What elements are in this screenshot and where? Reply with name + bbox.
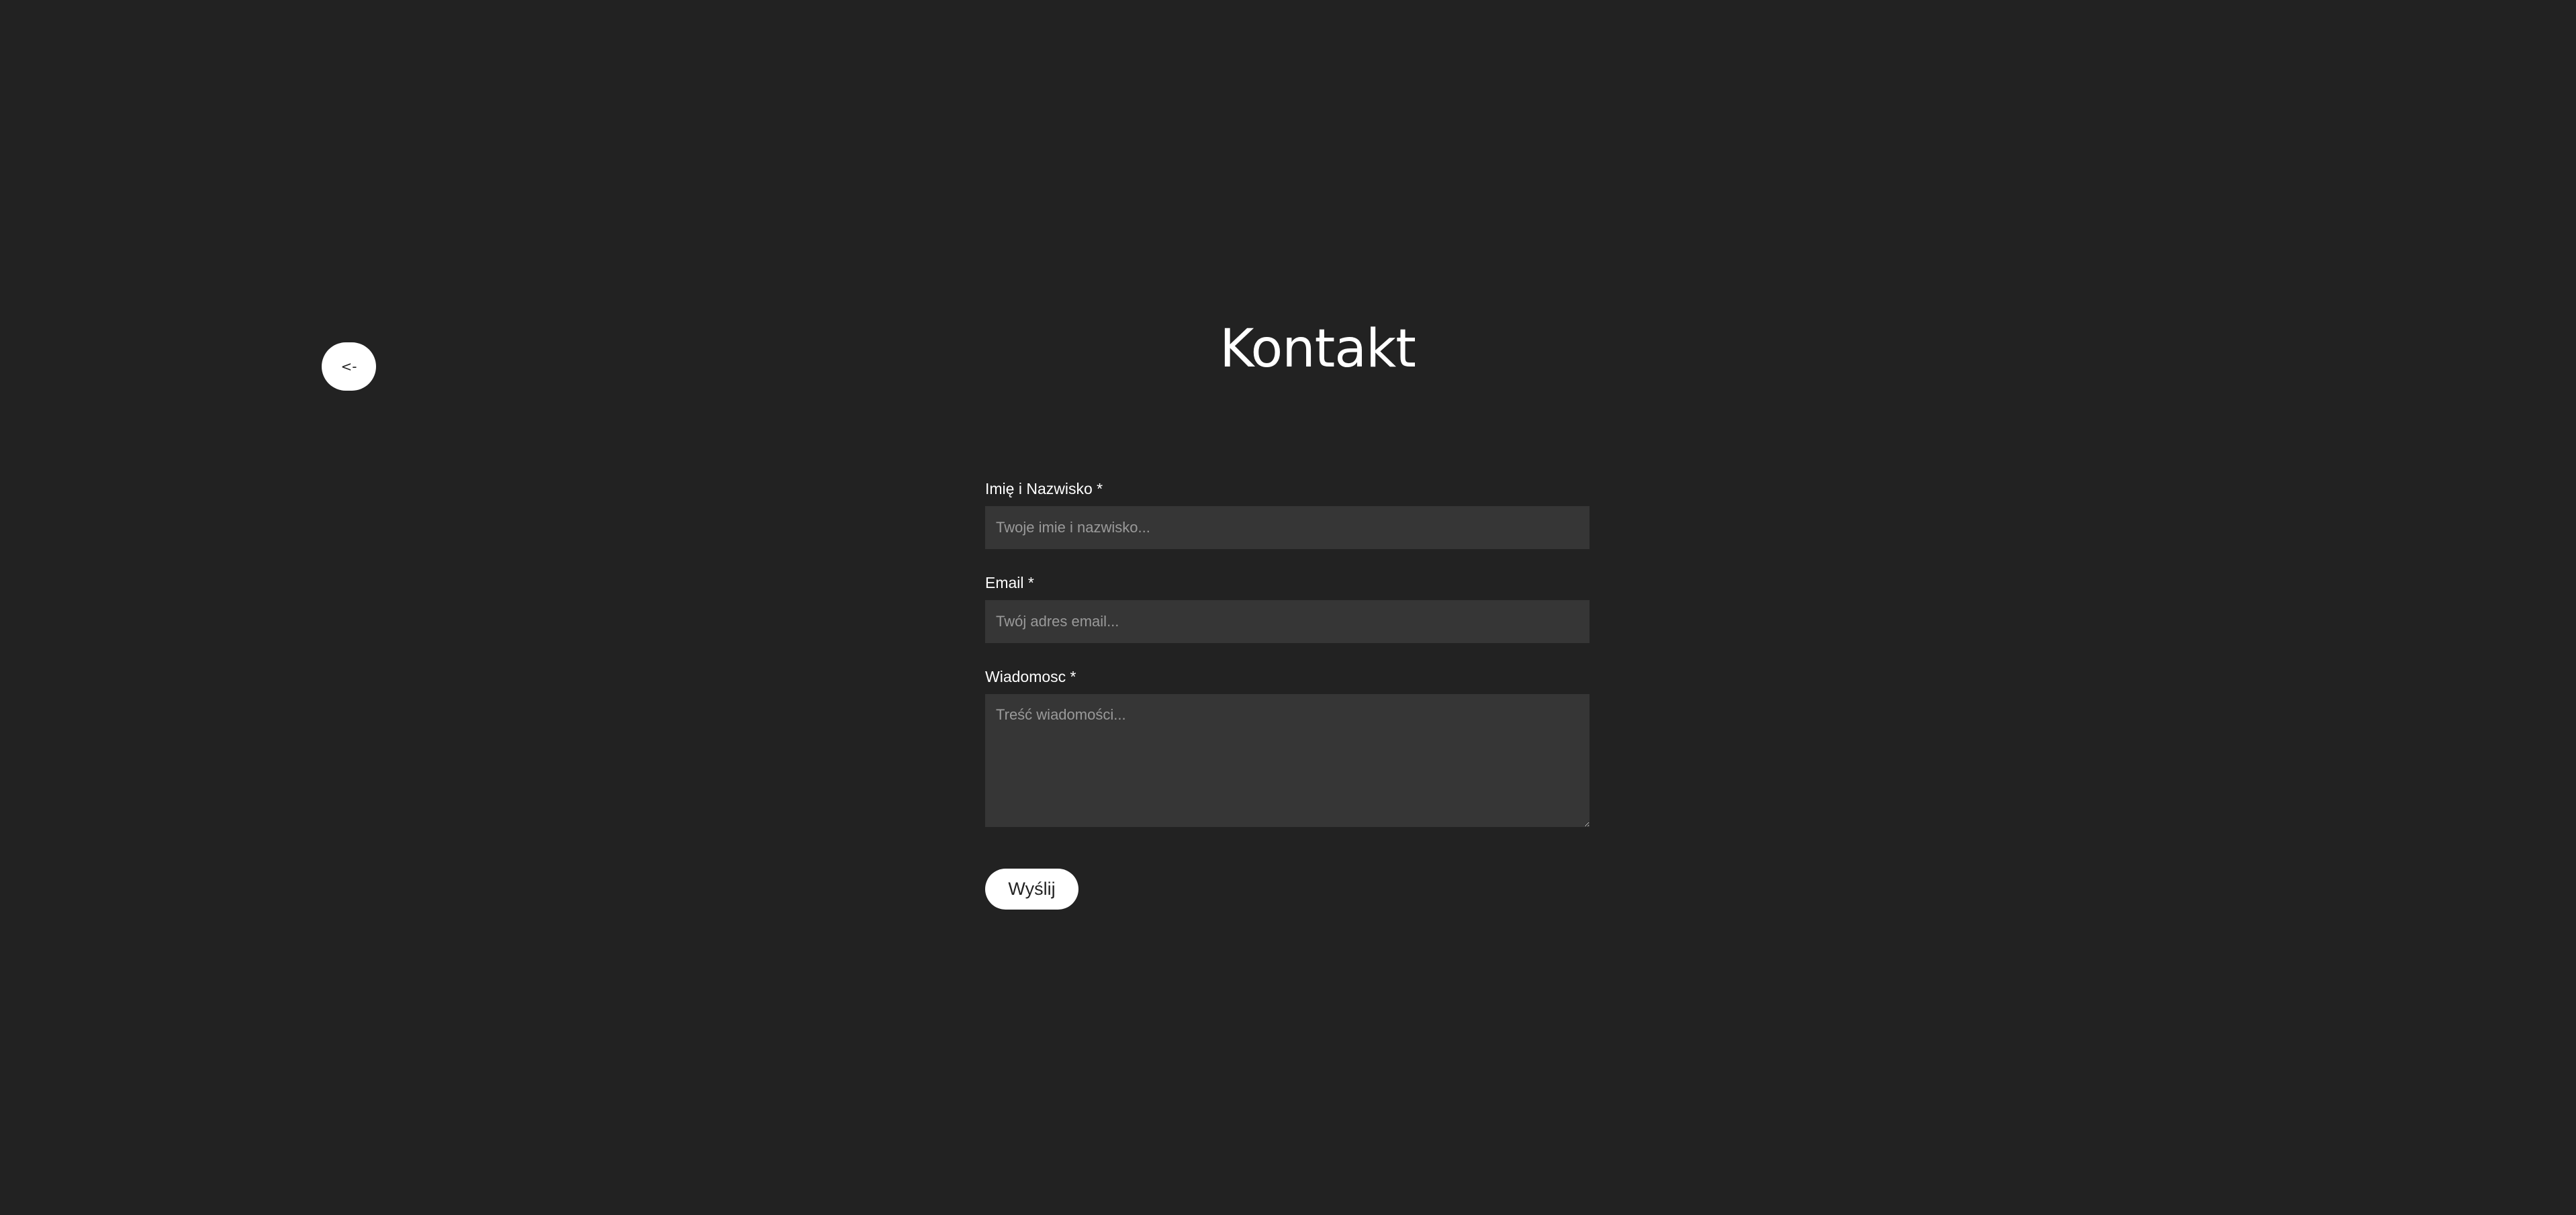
email-field-group: Email * [985, 572, 1590, 643]
page-title: Kontakt [1220, 319, 1416, 379]
message-label: Wiadomosc * [985, 668, 1076, 685]
name-field-group: Imię i Nazwisko * [985, 478, 1590, 549]
name-input[interactable] [985, 506, 1590, 549]
message-field-group: Wiadomosc * [985, 666, 1590, 827]
back-button[interactable]: <- [322, 342, 376, 391]
name-label: Imię i Nazwisko * [985, 480, 1103, 497]
submit-button[interactable]: Wyślij [985, 869, 1078, 910]
contact-form: Imię i Nazwisko * Email * Wiadomosc * [985, 478, 1590, 850]
email-input[interactable] [985, 600, 1590, 643]
message-textarea[interactable] [985, 694, 1590, 827]
email-label: Email * [985, 574, 1034, 591]
